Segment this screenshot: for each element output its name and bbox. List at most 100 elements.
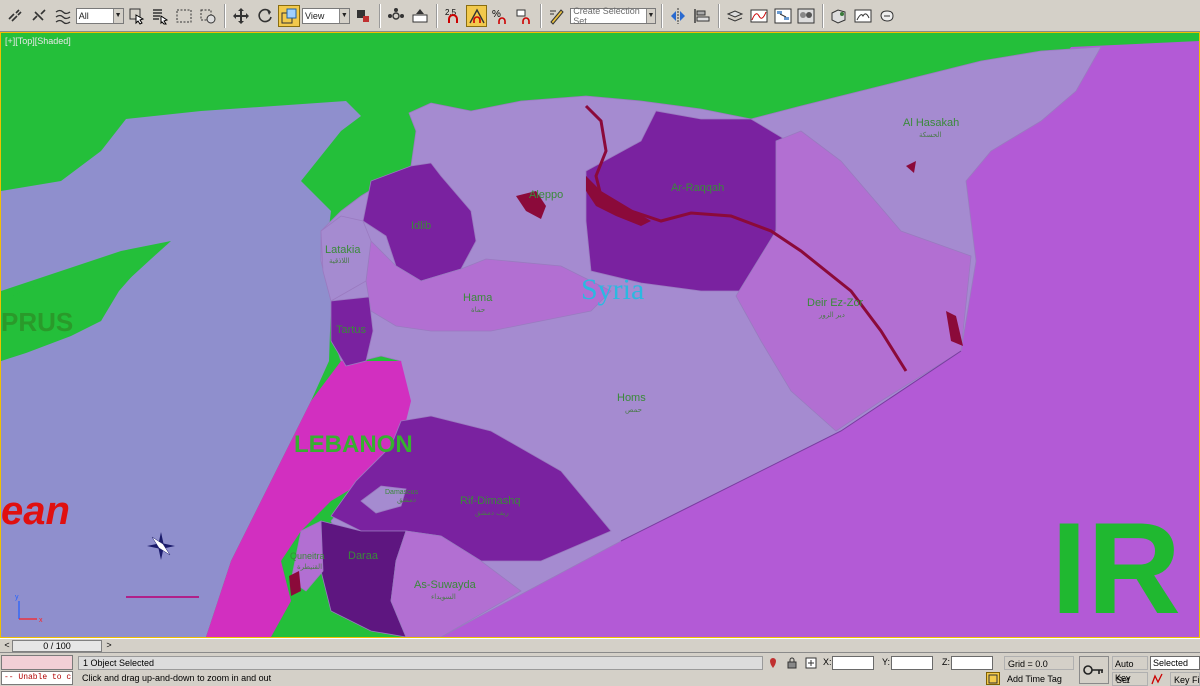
quneitra-lake <box>289 571 301 596</box>
label-as-suwayda: As-Suwayda <box>414 579 477 591</box>
curve-icon[interactable] <box>1150 672 1164 685</box>
reference-coordinate-dropdown[interactable]: View ▼ <box>302 7 350 24</box>
toolbar-separator <box>540 3 542 28</box>
label-al-hasakah: Al Hasakah <box>903 117 959 129</box>
label-quneitra: Quneitra <box>290 551 325 561</box>
maxscript-listener-input[interactable] <box>1 655 73 670</box>
rotate-icon[interactable] <box>254 5 276 27</box>
link-icon[interactable] <box>4 5 26 27</box>
maxscript-listener-output[interactable]: -- Unable to c <box>1 671 73 685</box>
set-key-button[interactable]: Set Key <box>1112 672 1148 686</box>
x-coord-field[interactable] <box>832 656 874 670</box>
set-key-icon[interactable] <box>1079 656 1109 684</box>
lock-icon[interactable] <box>785 656 799 670</box>
time-slider: < 0 / 100 > <box>0 638 1200 653</box>
label-latakia-ar: اللاذقية <box>329 257 350 265</box>
isolate-selection-icon[interactable] <box>766 656 780 670</box>
label-deir-ez-zor: Deir Ez-Zor <box>807 297 864 309</box>
time-tag-icon[interactable] <box>986 672 1000 685</box>
label-damascus-ar: دمشق <box>397 496 416 504</box>
map-canvas: x y Syria LEBANON PRUS ean IR Al Hasakah… <box>1 41 1199 637</box>
mirror-icon[interactable] <box>667 5 689 27</box>
label-syria: Syria <box>581 273 644 306</box>
top-viewport[interactable]: [+][Top][Shaded] x y Syria LEBANON PRUS … <box>0 32 1200 638</box>
rect-region-icon[interactable] <box>173 5 195 27</box>
auto-key-button[interactable]: Auto Key <box>1112 656 1148 683</box>
label-daraa: Daraa <box>348 550 379 562</box>
curve-editor-icon[interactable] <box>748 5 770 27</box>
align-icon[interactable] <box>691 5 713 27</box>
label-cyprus: PRUS <box>1 307 73 337</box>
render-production-icon[interactable] <box>876 5 898 27</box>
toolbar-separator <box>717 3 719 28</box>
rendered-frame-icon[interactable] <box>852 5 874 27</box>
label-damascus: Damascus <box>385 489 419 496</box>
percent-snap-icon[interactable]: % <box>489 5 511 27</box>
edit-named-selection-icon[interactable] <box>546 5 568 27</box>
z-coord-label: Z: <box>942 657 950 667</box>
chevron-down-icon: ▼ <box>338 8 349 23</box>
status-bar: -- Unable to c 1 Object Selected Click a… <box>0 653 1200 686</box>
selection-filter-value: All <box>78 10 89 21</box>
schematic-view-icon[interactable] <box>772 5 794 27</box>
toolbar-separator <box>435 3 437 28</box>
select-object-icon[interactable] <box>126 5 148 27</box>
label-idlib: Idlib <box>411 220 431 232</box>
unlink-icon[interactable] <box>28 5 50 27</box>
spinner-snap-icon[interactable] <box>513 5 535 27</box>
time-prev-arrow[interactable]: < <box>2 640 12 652</box>
toolbar-separator <box>378 3 380 28</box>
label-tartus: Tartus <box>336 324 366 336</box>
layer-manager-icon[interactable] <box>724 5 746 27</box>
time-slider-track[interactable] <box>116 641 1198 651</box>
selection-status: 1 Object Selected <box>78 656 763 670</box>
svg-text:y: y <box>15 594 19 601</box>
add-time-tag[interactable]: Add Time Tag <box>1004 673 1076 686</box>
time-next-arrow[interactable]: > <box>104 640 114 652</box>
grid-size-readout: Grid = 0.0 <box>1004 656 1074 670</box>
svg-text:x: x <box>39 617 43 624</box>
label-ar-raqqah: Ar-Raqqah <box>671 182 724 194</box>
label-rif-dimashq-ar: ريف دمشق <box>475 509 509 517</box>
main-toolbar: All ▼ View ▼ 2.5 % Create Selection Set ▼ <box>0 0 1200 32</box>
angle-snap-icon[interactable] <box>465 4 488 27</box>
max-application-window: All ▼ View ▼ 2.5 % Create Selection Set ▼ <box>0 0 1200 686</box>
label-rif-dimashq: Rif-Dimashq <box>460 495 521 507</box>
key-selection-dropdown[interactable]: Selected <box>1150 656 1200 670</box>
window-crossing-icon[interactable] <box>197 5 219 27</box>
label-al-hasakah-ar: الحسكة <box>919 131 942 139</box>
label-quneitra-ar: القنيطرة <box>297 563 322 571</box>
keyboard-shortcut-icon[interactable] <box>409 5 431 27</box>
material-editor-icon[interactable] <box>796 5 818 27</box>
label-as-suwayda-ar: السويداء <box>431 593 456 601</box>
y-coord-field[interactable] <box>891 656 933 670</box>
label-mediterranean: ean <box>1 489 70 533</box>
label-homs: Homs <box>617 392 646 404</box>
chevron-down-icon: ▼ <box>645 8 655 23</box>
key-filters-button[interactable]: Key Filters... <box>1170 672 1200 686</box>
toolbar-separator <box>224 3 226 28</box>
pivot-icon[interactable] <box>352 5 374 27</box>
reference-coordinate-value: View <box>305 10 325 21</box>
toolbar-separator <box>660 3 662 28</box>
bind-spacewarp-icon[interactable] <box>52 5 74 27</box>
label-deir-ez-zor-ar: دير الزور <box>818 311 845 319</box>
x-coord-label: X: <box>823 657 832 667</box>
select-by-name-icon[interactable] <box>150 5 172 27</box>
snaps-toggle-icon[interactable]: 2.5 <box>442 5 464 27</box>
prompt-line: Click and drag up-and-down to zoom in an… <box>82 673 272 683</box>
manipulate-icon[interactable] <box>385 5 407 27</box>
viewport-label[interactable]: [+][Top][Shaded] <box>5 36 71 46</box>
named-selection-set-dropdown[interactable]: Create Selection Set ▼ <box>570 5 656 26</box>
z-coord-field[interactable] <box>951 656 993 670</box>
render-setup-icon[interactable] <box>828 5 850 27</box>
absolute-mode-icon[interactable] <box>804 656 818 670</box>
move-icon[interactable] <box>230 5 252 27</box>
named-selection-set-value: Create Selection Set <box>573 5 640 26</box>
daraa-region <box>320 520 407 637</box>
y-coord-label: Y: <box>882 657 891 667</box>
scale-icon[interactable] <box>278 4 301 27</box>
time-slider-thumb[interactable]: 0 / 100 <box>12 640 102 652</box>
selection-filter-dropdown[interactable]: All ▼ <box>75 7 124 24</box>
label-iraq: IR <box>1051 495 1181 637</box>
